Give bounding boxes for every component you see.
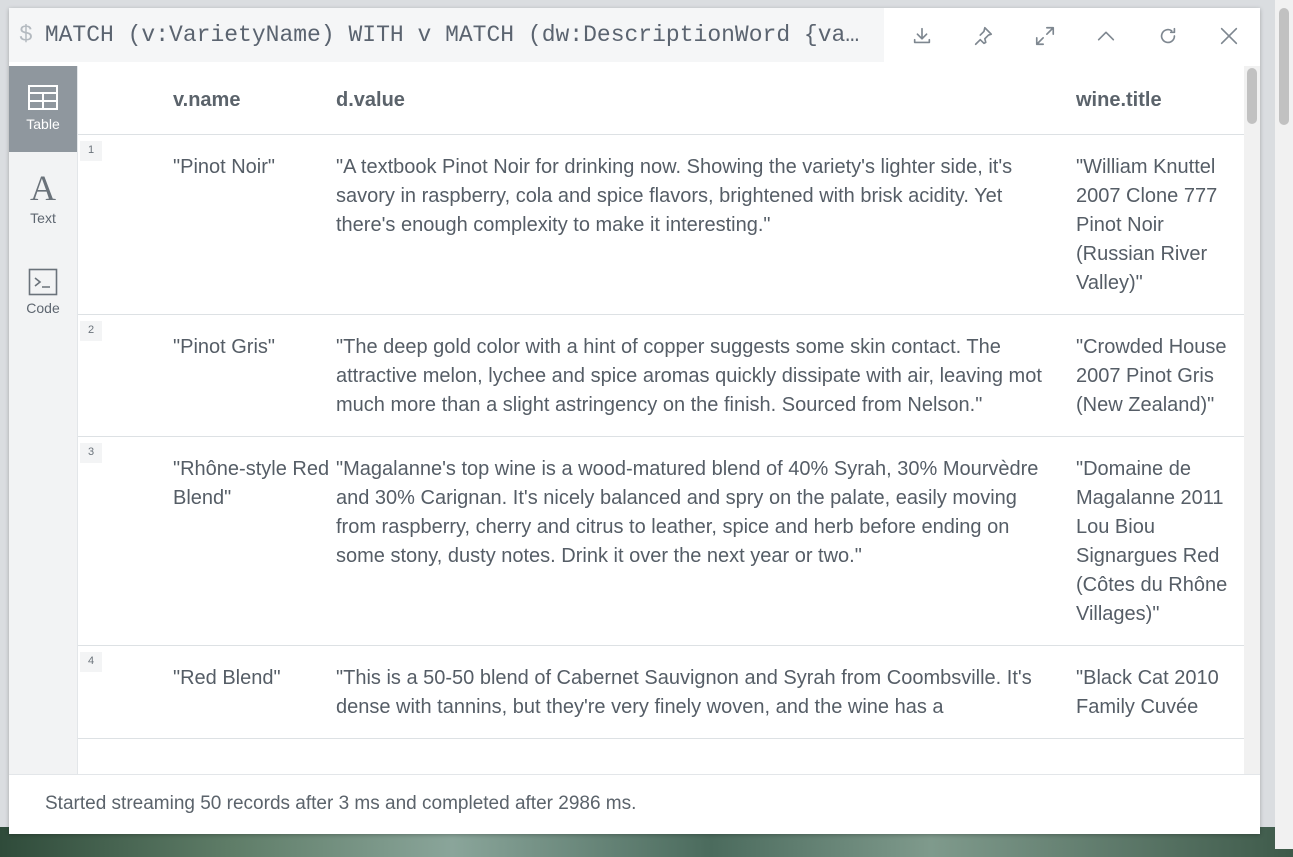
cell-winetitle: "Domaine de Magalanne 2011 Lou Biou Sign… <box>1076 436 1245 646</box>
cell-winetitle: "Black Cat 2010 Family Cuvée <box>1076 645 1245 739</box>
fullscreen-button[interactable] <box>1027 18 1063 54</box>
index-column-header <box>78 66 173 135</box>
table-icon <box>28 85 58 110</box>
query-text: MATCH (v:VarietyName) WITH v MATCH (dw:D… <box>44 22 860 48</box>
download-button[interactable] <box>904 18 940 54</box>
cell-vname: "Pinot Noir" <box>173 134 336 315</box>
row-index: 4 <box>80 652 102 672</box>
table-header-row: v.name d.value wine.title <box>78 66 1245 135</box>
row-index: 1 <box>80 141 102 161</box>
close-button[interactable] <box>1211 18 1247 54</box>
table-row: 2 "Pinot Gris" "The deep gold color with… <box>78 314 1245 437</box>
row-index: 3 <box>80 443 102 463</box>
tab-code-label: Code <box>26 300 60 316</box>
results-table-container: v.name d.value wine.title 1 "Pinot Noir"… <box>77 66 1245 774</box>
rerun-button[interactable] <box>1150 18 1186 54</box>
cell-vname: "Rhône-style Red Blend" <box>173 436 336 646</box>
tab-code[interactable]: Code <box>9 256 77 342</box>
prompt-symbol: $ <box>19 22 33 48</box>
row-index-cell: 2 <box>78 314 173 437</box>
expand-icon <box>1035 26 1055 46</box>
cell-dvalue: "This is a 50-50 blend of Cabernet Sauvi… <box>336 645 1076 739</box>
download-icon <box>913 27 931 44</box>
row-index-cell: 3 <box>78 436 173 646</box>
row-index-cell: 1 <box>78 134 173 315</box>
tab-text[interactable]: A Text <box>9 166 77 252</box>
tab-table[interactable]: Table <box>9 66 77 152</box>
code-icon <box>28 268 58 296</box>
cell-winetitle: "Crowded House 2007 Pinot Gris (New Zeal… <box>1076 314 1245 437</box>
column-header-winetitle: wine.title <box>1076 66 1245 135</box>
pin-button[interactable] <box>965 18 1001 54</box>
pin-icon <box>974 26 993 46</box>
text-icon: A <box>30 168 56 208</box>
result-frame: $ MATCH (v:VarietyName) WITH v MATCH (dw:… <box>9 8 1260 834</box>
cell-dvalue: "Magalanne's top wine is a wood-matured … <box>336 436 1076 646</box>
row-index-cell: 4 <box>78 645 173 739</box>
table-row: 4 "Red Blend" "This is a 50-50 blend of … <box>78 645 1245 739</box>
cell-vname: "Red Blend" <box>173 645 336 739</box>
table-row: 3 "Rhône-style Red Blend" "Magalanne's t… <box>78 436 1245 646</box>
close-icon <box>1220 27 1238 45</box>
cell-winetitle: "William Knuttel 2007 Clone 777 Pinot No… <box>1076 134 1245 315</box>
tab-table-label: Table <box>26 116 60 132</box>
table-scrollbar[interactable] <box>1244 66 1260 774</box>
status-bar: Started streaming 50 records after 3 ms … <box>9 774 1260 834</box>
collapse-button[interactable] <box>1088 18 1124 54</box>
cell-dvalue: "The deep gold color with a hint of copp… <box>336 314 1076 437</box>
row-index: 2 <box>80 321 102 341</box>
status-text: Started streaming 50 records after 3 ms … <box>45 793 637 814</box>
cell-dvalue: "A textbook Pinot Noir for drinking now.… <box>336 134 1076 315</box>
column-header-dvalue: d.value <box>336 66 1076 135</box>
column-header-vname: v.name <box>173 66 336 135</box>
table-scrollbar-thumb[interactable] <box>1247 68 1257 124</box>
query-editor[interactable]: $ MATCH (v:VarietyName) WITH v MATCH (dw:… <box>9 8 884 62</box>
collapse-icon <box>1097 31 1115 41</box>
page-scrollbar[interactable] <box>1275 0 1293 849</box>
table-row: 1 "Pinot Noir" "A textbook Pinot Noir fo… <box>78 134 1245 315</box>
view-sidebar: Table A Text Code <box>9 66 77 774</box>
results-table: v.name d.value wine.title 1 "Pinot Noir"… <box>78 66 1245 739</box>
tab-text-label: Text <box>30 210 56 226</box>
frame-header: $ MATCH (v:VarietyName) WITH v MATCH (dw:… <box>9 8 1260 66</box>
rerun-icon <box>1160 27 1176 44</box>
page-scrollbar-thumb[interactable] <box>1279 8 1289 125</box>
cell-vname: "Pinot Gris" <box>173 314 336 437</box>
